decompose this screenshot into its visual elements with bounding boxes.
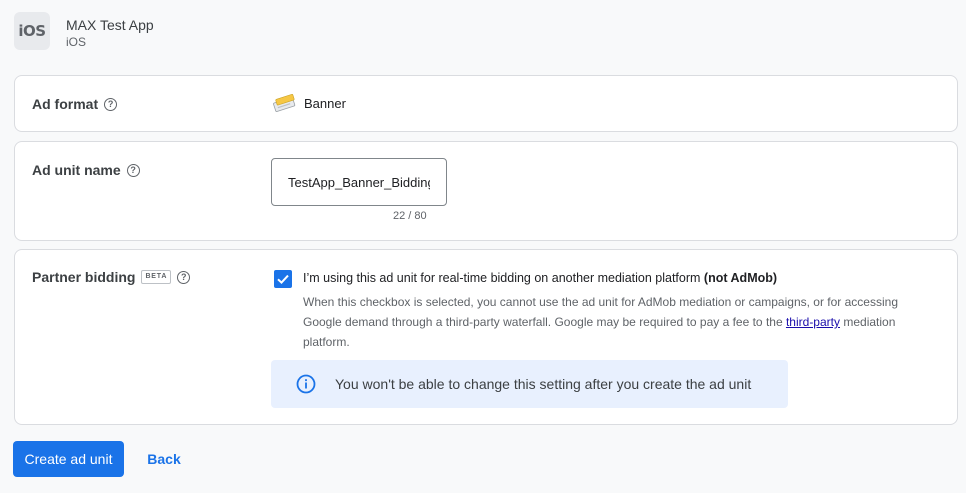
third-party-link[interactable]: third-party — [786, 315, 840, 329]
checkbox-label[interactable]: I’m using this ad unit for real-time bid… — [303, 271, 777, 285]
ad-unit-name-card: Ad unit name ? 22 / 80 — [14, 141, 958, 241]
ad-format-value: Banner — [271, 94, 346, 112]
ad-format-card: Ad format ? Banner — [14, 75, 958, 132]
help-icon[interactable]: ? — [104, 97, 118, 111]
banner-icon — [273, 94, 296, 112]
partner-bidding-card: Partner bidding BETA ? I’m using this ad… — [14, 249, 958, 425]
char-count: 22 / 80 — [393, 210, 427, 222]
help-icon[interactable]: ? — [177, 270, 191, 284]
help-icon[interactable]: ? — [126, 163, 140, 177]
app-name: MAX Test App — [66, 17, 154, 33]
ad-format-label: Ad format — [32, 96, 99, 112]
partner-bidding-label: Partner bidding — [32, 269, 136, 285]
check-icon — [277, 274, 289, 285]
ad-format-text: Banner — [304, 95, 346, 111]
ad-unit-name-label: Ad unit name — [32, 162, 121, 178]
app-platform: iOS — [66, 35, 87, 49]
info-text: You won't be able to change this setting… — [335, 376, 752, 392]
app-header: iOS MAX Test App iOS — [14, 12, 154, 50]
info-icon — [296, 374, 316, 394]
beta-badge: BETA — [141, 270, 172, 284]
info-banner: You won't be able to change this setting… — [271, 360, 788, 408]
real-time-bidding-checkbox[interactable] — [274, 270, 292, 288]
checkbox-description: When this checkbox is selected, you cann… — [303, 295, 898, 349]
create-ad-unit-button[interactable]: Create ad unit — [13, 441, 124, 477]
checkbox-label-bold: (not AdMob) — [703, 271, 778, 285]
ad-unit-name-input[interactable] — [271, 158, 447, 206]
ios-app-icon: iOS — [14, 12, 50, 50]
back-button[interactable]: Back — [136, 441, 192, 477]
